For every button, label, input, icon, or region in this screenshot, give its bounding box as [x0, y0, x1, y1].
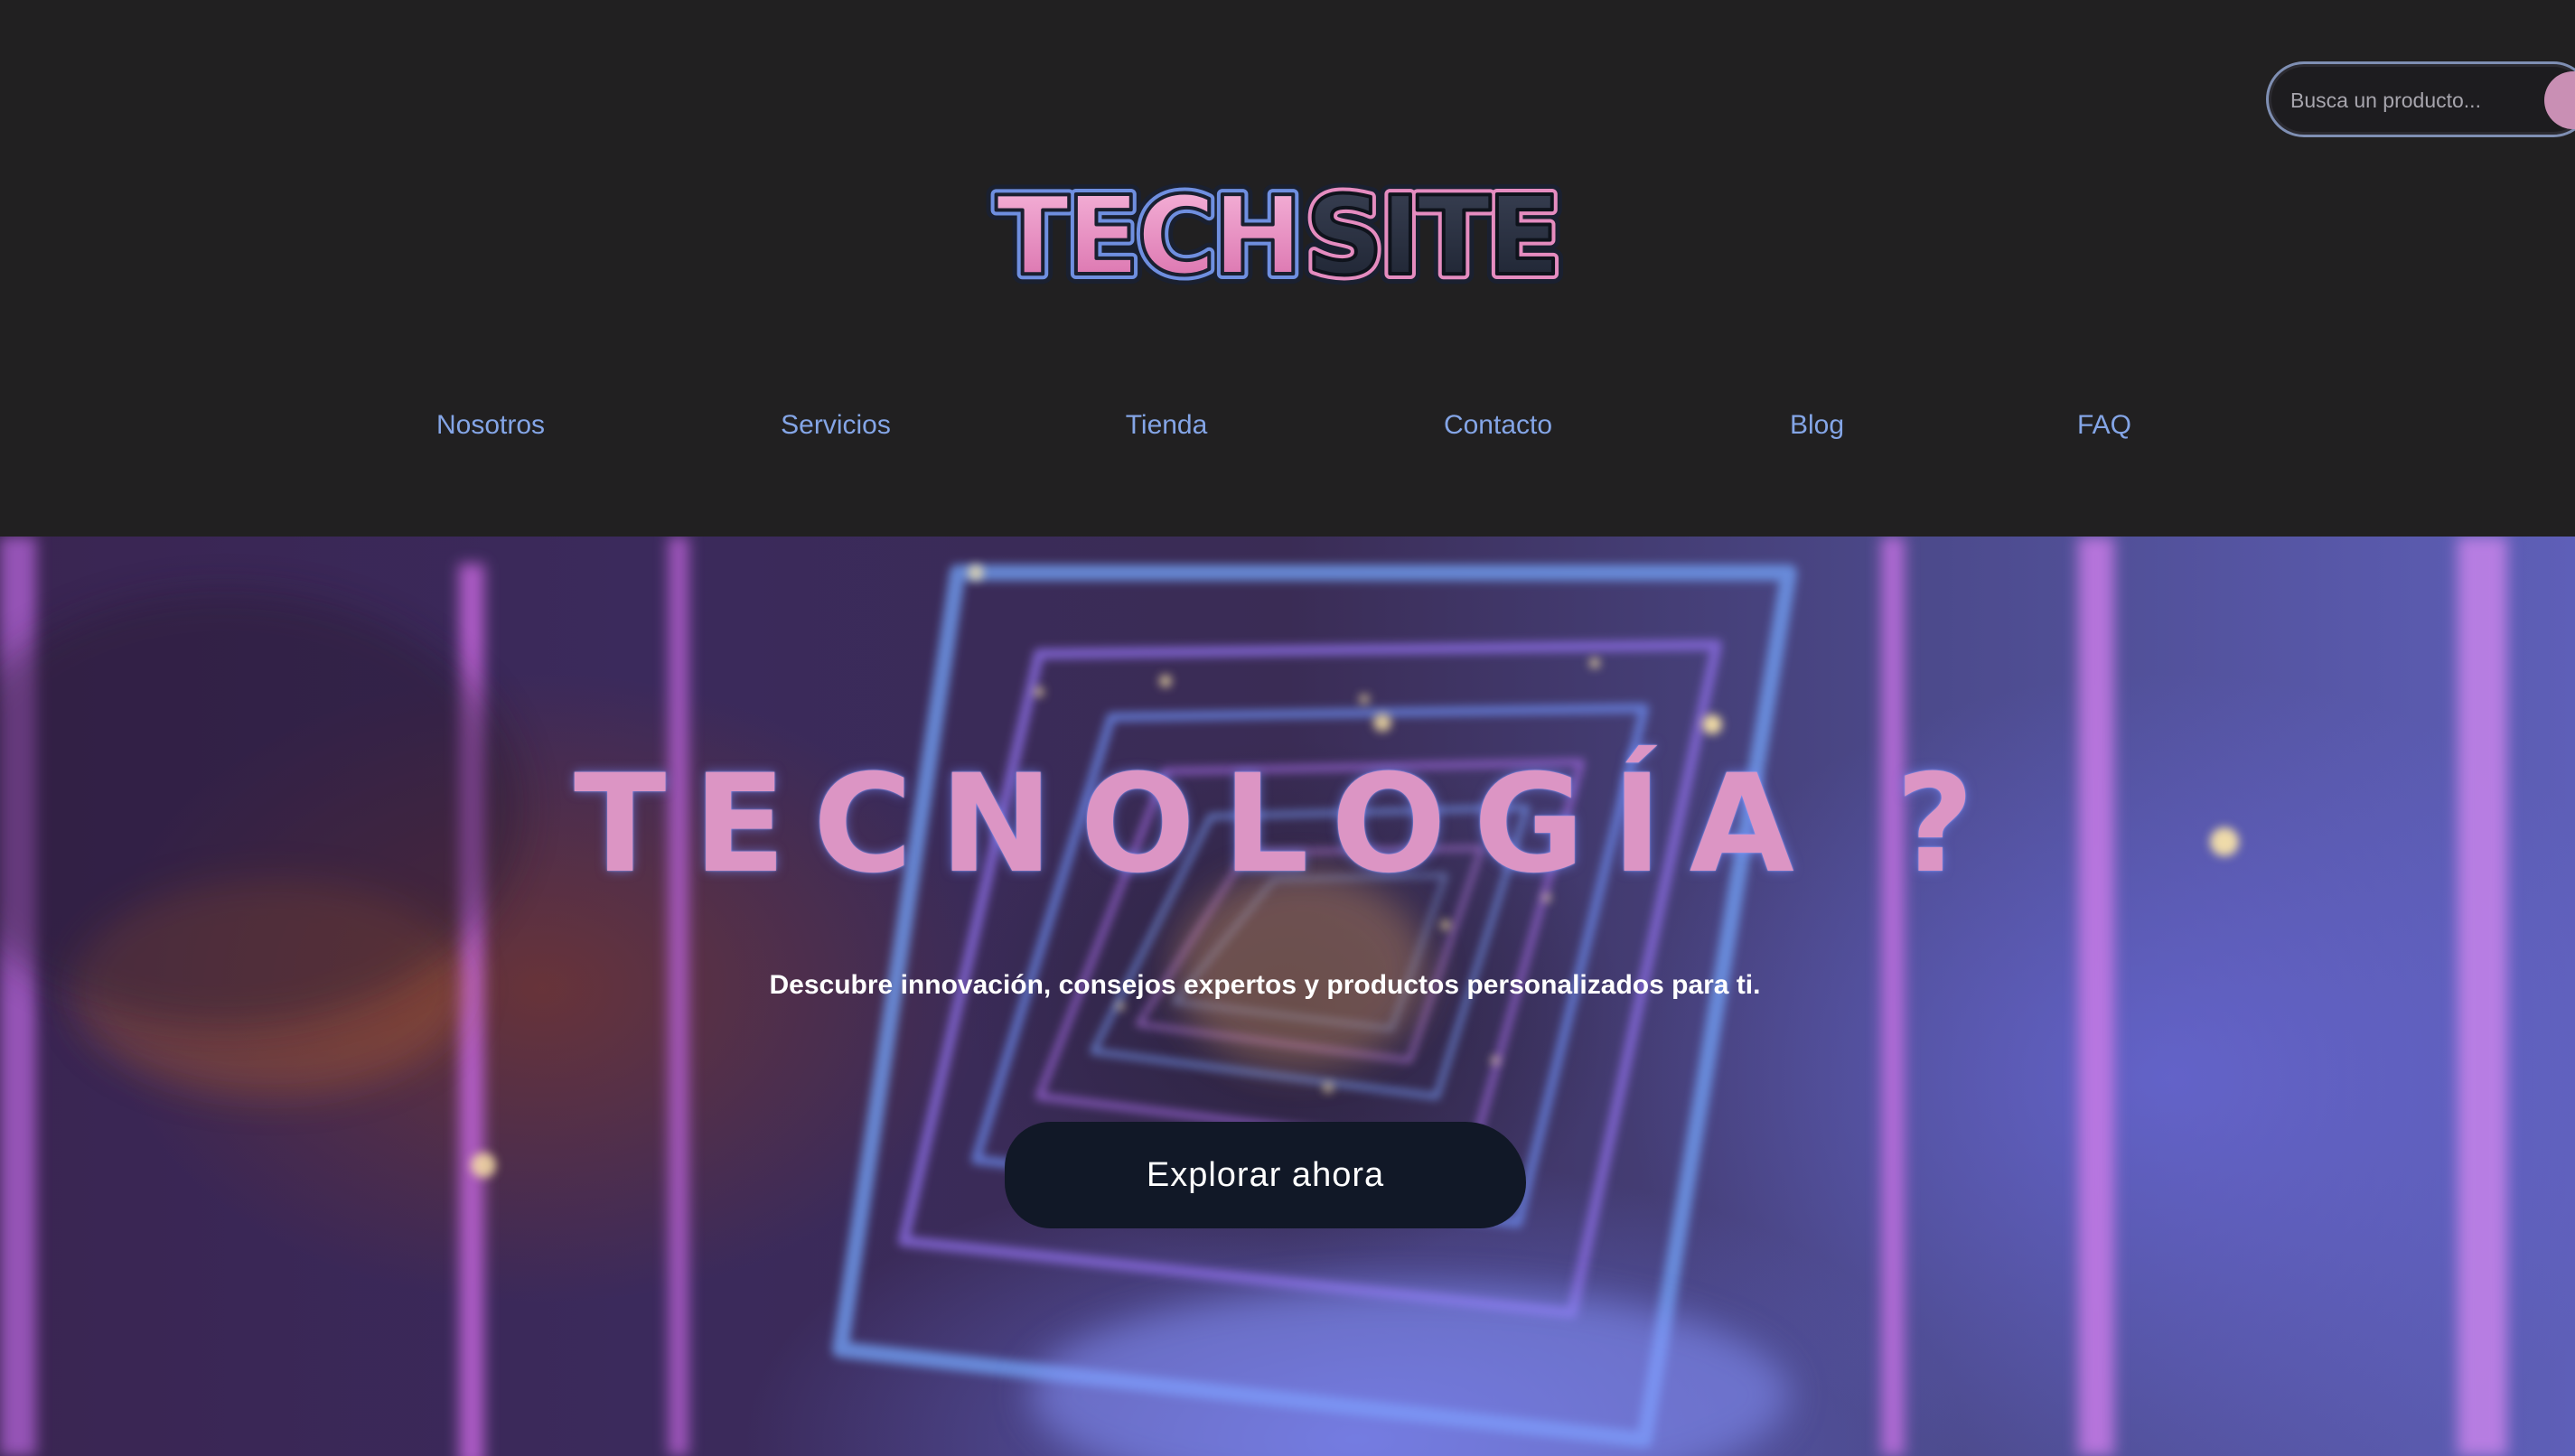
- search-button[interactable]: [2544, 71, 2575, 129]
- hero-title: TECNOLOGÍA ?: [574, 746, 2001, 903]
- nav-item-faq[interactable]: FAQ: [2077, 410, 2131, 441]
- nav-item-blog[interactable]: Blog: [1790, 410, 1844, 441]
- explore-now-button[interactable]: Explorar ahora: [1005, 1122, 1526, 1228]
- svg-text:SITE: SITE: [1306, 174, 1558, 298]
- nav-item-tienda[interactable]: Tienda: [1126, 410, 1208, 441]
- techsite-logo[interactable]: TECH TECH TECH SITE SITE SITE: [985, 172, 1581, 298]
- search-input[interactable]: [2289, 79, 2533, 122]
- main-nav: Nosotros Servicios Tienda Contacto Blog …: [0, 397, 2575, 462]
- hero-section: TECNOLOGÍA ? Descubre innovación, consej…: [0, 537, 2575, 1456]
- hero-subtitle: Descubre innovación, consejos expertos y…: [769, 970, 1761, 1000]
- nav-item-servicios[interactable]: Servicios: [781, 410, 891, 441]
- nav-item-contacto[interactable]: Contacto: [1444, 410, 1552, 441]
- svg-text:TECH: TECH: [996, 174, 1299, 298]
- search-bar: [2266, 61, 2575, 137]
- nav-item-nosotros[interactable]: Nosotros: [436, 410, 545, 441]
- site-header: TECH TECH TECH SITE SITE SITE Nosotros S…: [0, 0, 2575, 537]
